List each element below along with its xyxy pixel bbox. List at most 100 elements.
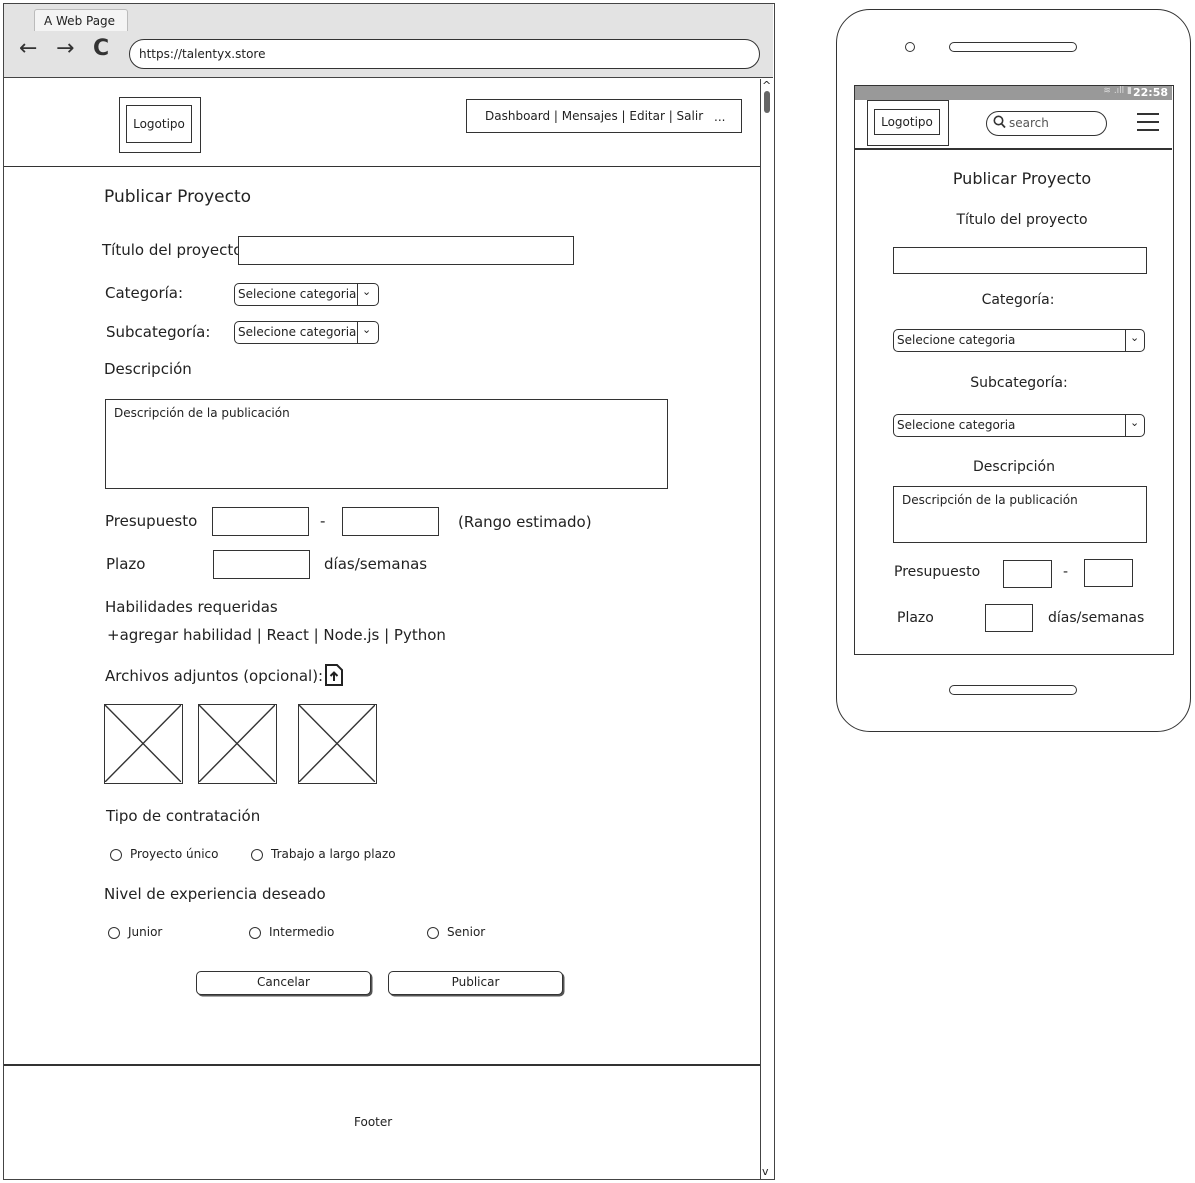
subcategory-label: Subcategoría: xyxy=(970,375,1068,391)
skills-label: Habilidades requeridas xyxy=(105,598,278,616)
description-textarea[interactable]: Descripción de la publicación xyxy=(105,399,668,489)
home-button[interactable] xyxy=(949,685,1077,695)
site-header: Logotipo Dashboard | Mensajes | Editar |… xyxy=(4,79,760,167)
logo[interactable]: Logotipo xyxy=(119,97,201,153)
radio-proyecto-unico[interactable] xyxy=(110,849,122,861)
status-bar: ≋ .ıll ▮ 22:58 xyxy=(855,86,1172,100)
attachments-label: Archivos adjuntos (opcional): xyxy=(105,667,324,685)
deadline-input[interactable] xyxy=(213,550,310,579)
deadline-label: Plazo xyxy=(897,610,934,626)
category-select[interactable]: Selecione categoria ⌄ xyxy=(893,329,1145,352)
budget-label: Presupuesto xyxy=(894,564,981,580)
budget-min-input[interactable] xyxy=(212,507,309,536)
tab-title: A Web Page xyxy=(44,14,116,28)
title-label: Título del proyecto xyxy=(102,241,243,259)
category-label: Categoría: xyxy=(981,292,1055,308)
search-icon xyxy=(993,115,1006,133)
budget-min-input[interactable] xyxy=(1003,560,1052,588)
cancel-button[interactable]: Cancelar xyxy=(196,971,371,995)
vertical-scrollbar[interactable]: ^ v xyxy=(760,79,773,1179)
radio-label: Senior xyxy=(447,925,486,939)
budget-max-input[interactable] xyxy=(342,507,439,536)
radio-label: Proyecto único xyxy=(130,847,219,861)
scroll-down-icon[interactable]: v xyxy=(762,1165,769,1178)
reload-icon[interactable]: C xyxy=(93,38,109,60)
url-text: https://talentyx.store xyxy=(139,47,266,61)
logo-label: Logotipo xyxy=(874,109,940,135)
description-placeholder: Descripción de la publicación xyxy=(902,493,1078,507)
deadline-label: Plazo xyxy=(106,555,146,573)
subcategory-label: Subcategoría: xyxy=(106,323,211,341)
hamburger-menu-icon[interactable] xyxy=(1137,112,1159,132)
signal-icon: ≋ .ıll ▮ xyxy=(1103,86,1132,96)
search-placeholder: search xyxy=(1009,116,1049,130)
footer-divider xyxy=(4,1064,760,1066)
budget-label: Presupuesto xyxy=(105,512,198,530)
deadline-input[interactable] xyxy=(985,604,1033,632)
image-placeholder xyxy=(198,704,277,784)
camera-icon xyxy=(905,42,915,52)
budget-hint: (Rango estimado) xyxy=(458,513,592,531)
experience-label: Nivel de experiencia deseado xyxy=(104,885,326,903)
skills-list[interactable]: +agregar habilidad | React | Node.js | P… xyxy=(107,626,446,644)
forward-arrow-icon[interactable]: → xyxy=(56,38,74,60)
radio-largo-plazo[interactable] xyxy=(251,849,263,861)
description-placeholder: Descripción de la publicación xyxy=(114,406,290,420)
image-placeholder xyxy=(298,704,377,784)
back-arrow-icon[interactable]: ← xyxy=(19,38,37,60)
project-title-input[interactable] xyxy=(238,236,574,265)
browser-toolbar: A Web Page ← → C https://talentyx.store xyxy=(4,4,773,78)
category-select[interactable]: Selecione categoria ⌄ xyxy=(234,283,379,306)
radio-intermedio[interactable] xyxy=(249,927,261,939)
phone-frame: ≋ .ıll ▮ 22:58 Logotipo search Publicar … xyxy=(836,9,1191,732)
hire-type-label: Tipo de contratación xyxy=(106,807,261,825)
budget-dash: - xyxy=(1063,564,1069,580)
scroll-thumb[interactable] xyxy=(764,91,770,113)
radio-label: Junior xyxy=(128,925,163,939)
project-title-input[interactable] xyxy=(893,247,1147,274)
top-navigation[interactable]: Dashboard | Mensajes | Editar | Salir xyxy=(466,99,742,133)
chevron-down-icon: ⌄ xyxy=(362,323,372,336)
phone-screen: ≋ .ıll ▮ 22:58 Logotipo search Publicar … xyxy=(854,85,1174,655)
browser-tab[interactable]: A Web Page xyxy=(34,9,128,31)
footer: Footer xyxy=(354,1115,393,1129)
description-textarea[interactable]: Descripción de la publicación xyxy=(893,486,1147,543)
publish-button[interactable]: Publicar xyxy=(388,971,563,995)
category-select-value: Selecione categoria xyxy=(238,287,357,301)
radio-junior[interactable] xyxy=(108,927,120,939)
top-nav-links[interactable]: Dashboard | Mensajes | Editar | Salir xyxy=(485,109,703,123)
page-title: Publicar Proyecto xyxy=(952,169,1092,188)
file-upload-icon[interactable] xyxy=(324,663,344,687)
search-input[interactable]: search xyxy=(986,111,1107,136)
radio-label: Trabajo a largo plazo xyxy=(271,847,396,861)
logo-label: Logotipo xyxy=(126,105,192,143)
image-placeholder xyxy=(104,704,183,784)
chevron-down-icon: ⌄ xyxy=(362,285,372,298)
title-label: Título del proyecto xyxy=(956,212,1088,228)
description-label: Descripción xyxy=(973,459,1055,475)
browser-window: A Web Page ← → C https://talentyx.store … xyxy=(3,3,775,1180)
deadline-unit: días/semanas xyxy=(324,555,428,573)
category-label: Categoría: xyxy=(105,284,184,302)
logo[interactable]: Logotipo xyxy=(867,100,949,146)
subcategory-select-value: Selecione categoria xyxy=(897,418,1016,432)
subcategory-select[interactable]: Selecione categoria ⌄ xyxy=(234,321,379,344)
description-label: Descripción xyxy=(104,360,192,378)
chevron-down-icon: ⌄ xyxy=(1130,416,1140,429)
radio-senior[interactable] xyxy=(427,927,439,939)
status-time: 22:58 xyxy=(1132,86,1168,99)
deadline-unit: días/semanas xyxy=(1048,610,1145,626)
page-title: Publicar Proyecto xyxy=(104,187,252,207)
nav-more-icon[interactable]: ... xyxy=(714,110,725,124)
chevron-down-icon: ⌄ xyxy=(1130,331,1140,344)
page-viewport: Logotipo Dashboard | Mensajes | Editar |… xyxy=(4,79,773,1179)
header-divider xyxy=(855,148,1172,150)
budget-dash: - xyxy=(320,512,326,530)
speaker-slot xyxy=(949,42,1077,52)
budget-max-input[interactable] xyxy=(1084,559,1133,587)
url-bar[interactable]: https://talentyx.store xyxy=(129,39,760,69)
subcategory-select-value: Selecione categoria xyxy=(238,325,357,339)
subcategory-select[interactable]: Selecione categoria ⌄ xyxy=(893,414,1145,437)
category-select-value: Selecione categoria xyxy=(897,333,1016,347)
radio-label: Intermedio xyxy=(269,925,335,939)
